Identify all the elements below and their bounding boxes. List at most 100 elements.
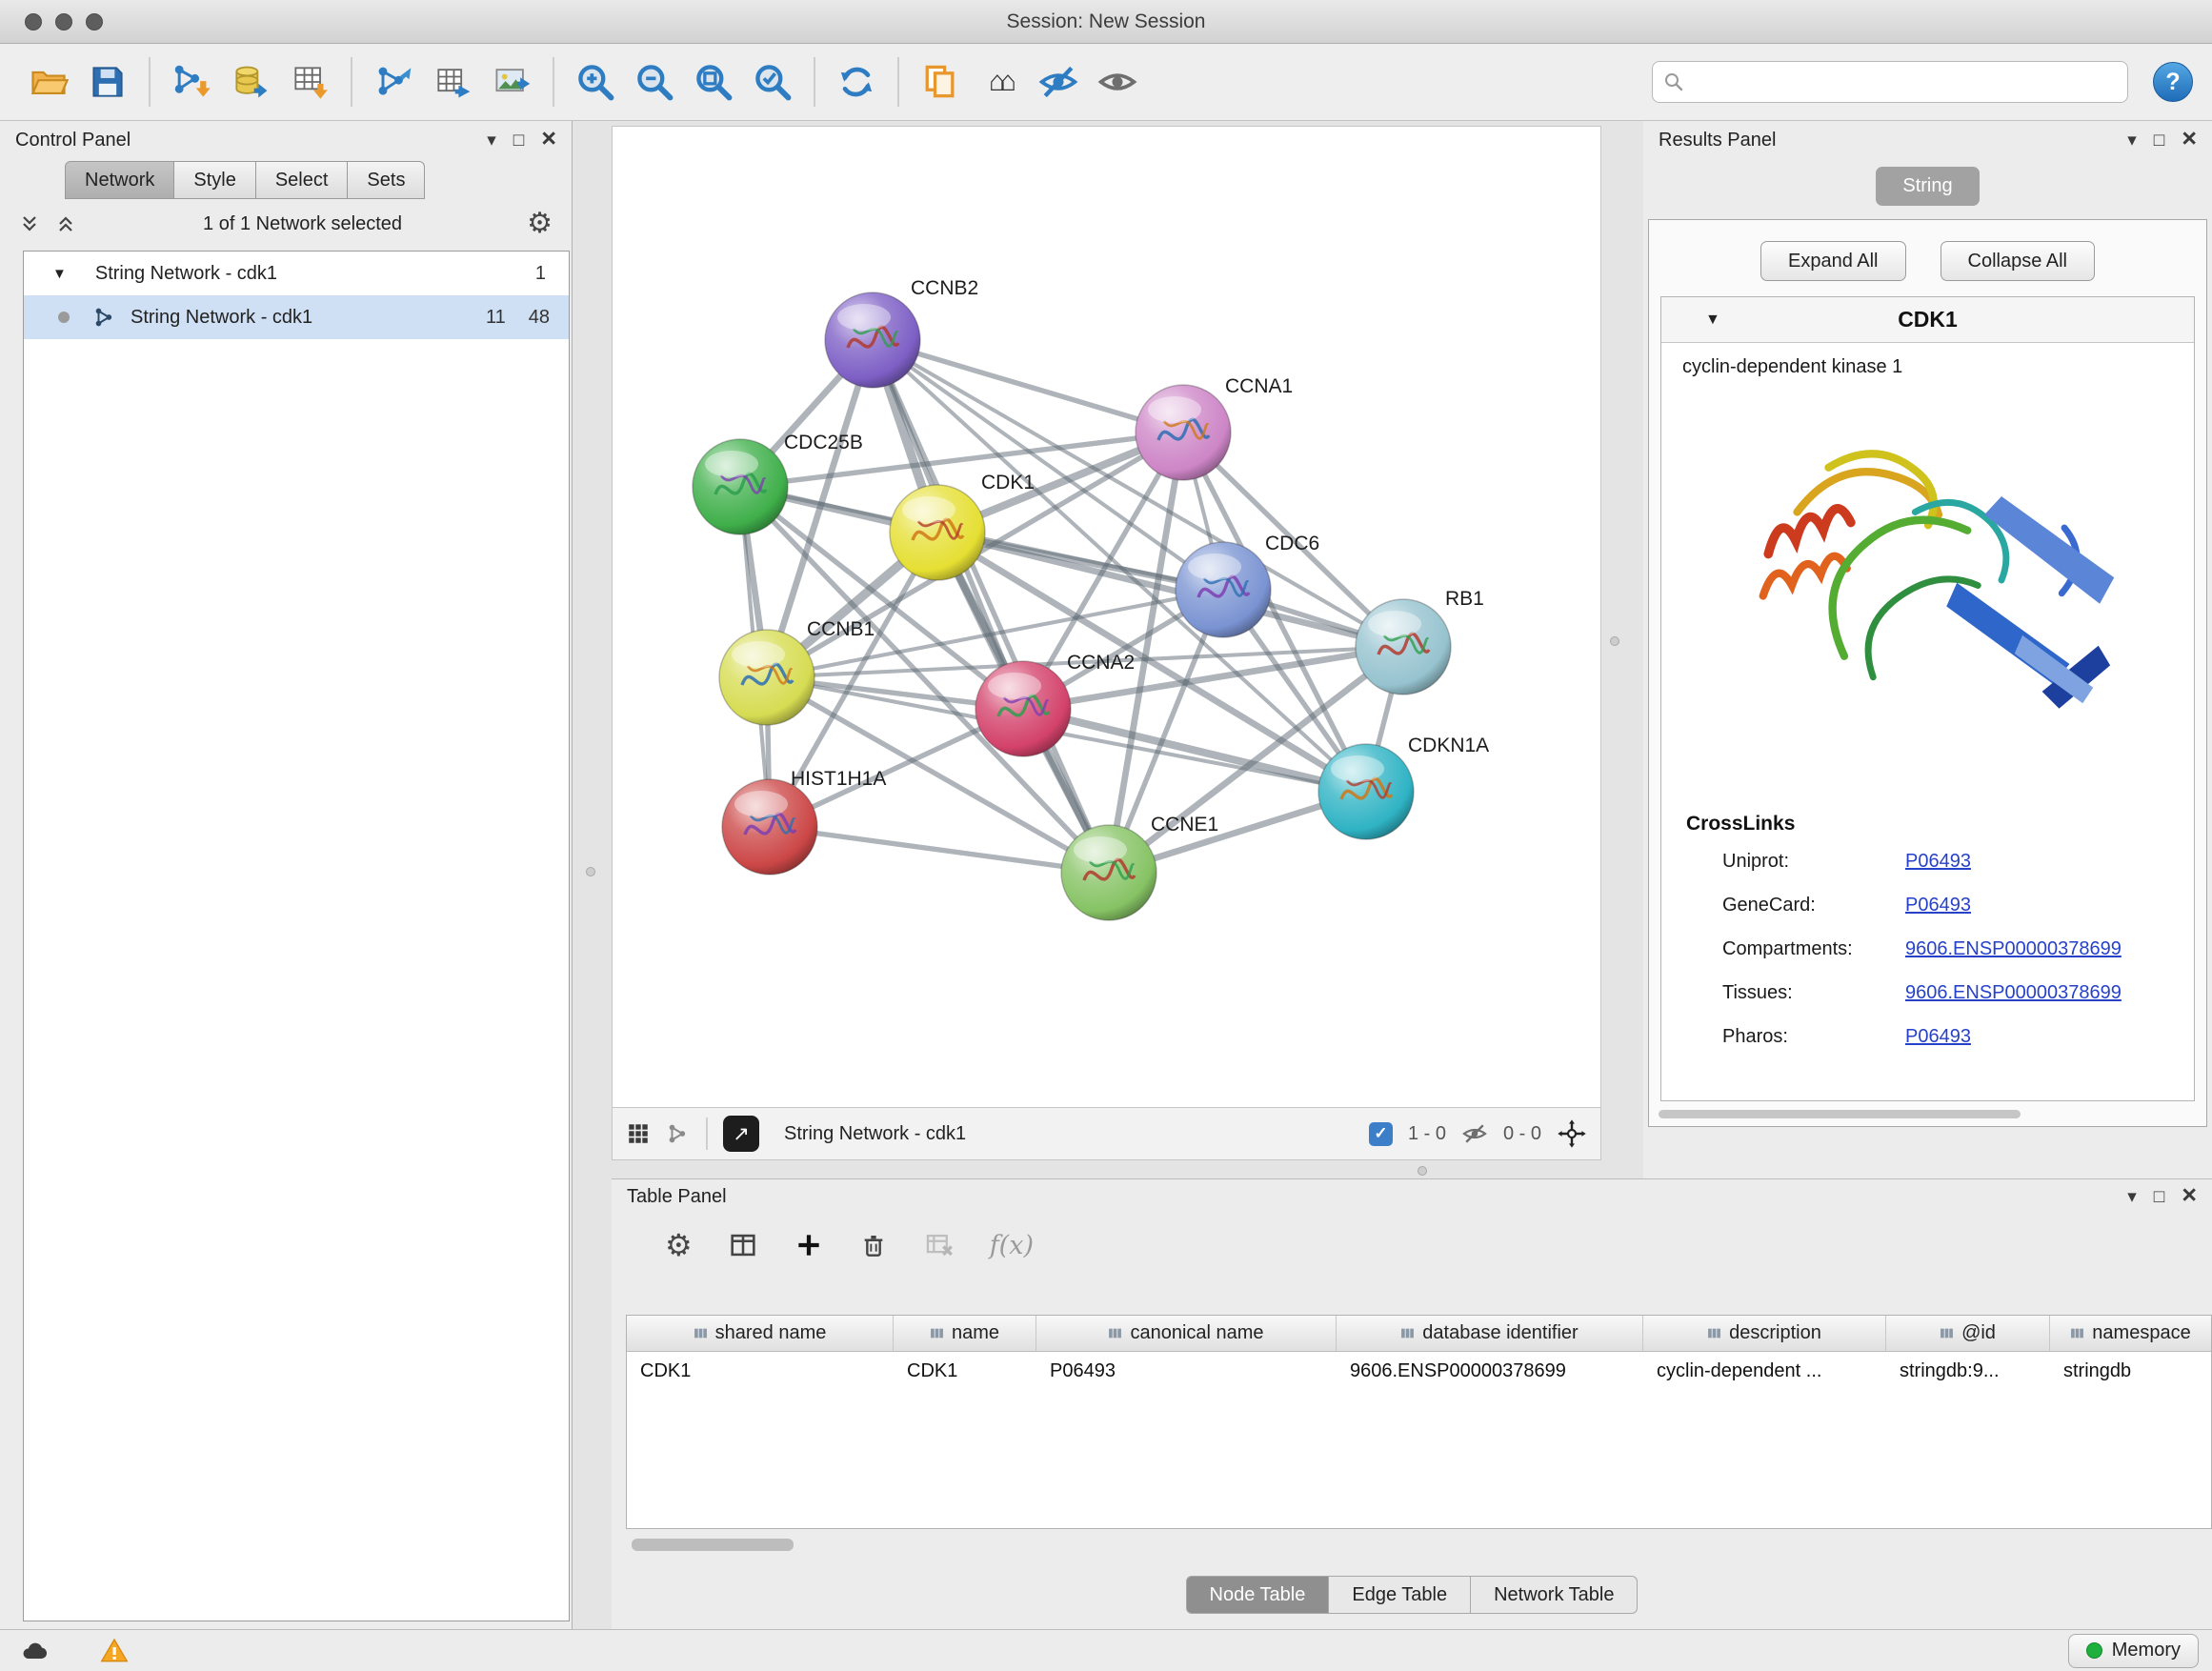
cloud-status-button[interactable]	[13, 1633, 55, 1669]
export-image-button[interactable]	[482, 52, 541, 111]
network-node-CDKN1A[interactable]: CDKN1A	[1318, 735, 1489, 839]
zoom-selected-button[interactable]	[743, 52, 802, 111]
column-header-database-identifier[interactable]: database identifier	[1337, 1316, 1643, 1351]
network-graph[interactable]: CCNB2CCNA1CDC25BCDK1CDC6RB1CCNB1CCNA2CDK…	[613, 127, 1600, 1107]
tab-network[interactable]: Network	[65, 161, 174, 199]
column-header-name[interactable]: name	[894, 1316, 1036, 1351]
maximize-window-button[interactable]	[86, 13, 103, 30]
tab-edge-table[interactable]: Edge Table	[1329, 1576, 1471, 1614]
disclosure-triangle-icon[interactable]: ▼	[1705, 312, 1720, 329]
tab-sets[interactable]: Sets	[348, 161, 425, 199]
table-row[interactable]: CDK1 CDK1 P06493 9606.ENSP00000378699 cy…	[627, 1352, 2211, 1390]
panel-float-icon[interactable]: □	[2154, 1188, 2164, 1206]
cell-description[interactable]: cyclin-dependent ...	[1643, 1352, 1886, 1390]
close-window-button[interactable]	[25, 13, 42, 30]
warnings-button[interactable]	[93, 1633, 135, 1669]
network-tree-child-row[interactable]: String Network - cdk1 11 48	[24, 295, 569, 339]
results-horizontal-scrollbar[interactable]	[1659, 1110, 2021, 1118]
export-table-button[interactable]	[423, 52, 482, 111]
pan-crosshair-icon[interactable]	[1557, 1118, 1587, 1149]
tab-select[interactable]: Select	[256, 161, 349, 199]
panel-menu-icon[interactable]: ▾	[487, 131, 496, 150]
import-table-button[interactable]	[280, 52, 339, 111]
clone-network-button[interactable]	[911, 52, 970, 111]
tab-node-table[interactable]: Node Table	[1186, 1576, 1330, 1614]
tab-style[interactable]: Style	[174, 161, 255, 199]
search-input[interactable]	[1685, 71, 2118, 93]
panel-menu-icon[interactable]: ▾	[2127, 131, 2137, 150]
network-node-CDK1[interactable]: CDK1	[890, 472, 1035, 580]
column-header-id[interactable]: @id	[1886, 1316, 2050, 1351]
zoom-out-button[interactable]	[625, 52, 684, 111]
collapse-all-button[interactable]: Collapse All	[1941, 241, 2096, 281]
zoom-in-button[interactable]	[566, 52, 625, 111]
cell-id[interactable]: stringdb:9...	[1886, 1352, 2050, 1390]
gear-icon[interactable]: ⚙	[527, 210, 553, 238]
network-view-icon[interactable]	[666, 1121, 691, 1146]
show-columns-icon[interactable]	[727, 1229, 759, 1261]
panel-float-icon[interactable]: □	[2154, 131, 2164, 150]
tab-string[interactable]: String	[1876, 167, 1979, 206]
disclosure-triangle-icon[interactable]: ▼	[52, 266, 67, 282]
tissues-link[interactable]: 9606.ENSP00000378699	[1905, 982, 2122, 1004]
genecard-link[interactable]: P06493	[1905, 895, 1971, 916]
minimize-window-button[interactable]	[55, 13, 72, 30]
detach-view-button[interactable]: ↗	[723, 1116, 759, 1152]
panel-close-icon[interactable]: ×	[2182, 1182, 2197, 1208]
network-node-HIST1H1A[interactable]: HIST1H1A	[722, 768, 886, 875]
hide-selected-button[interactable]	[1029, 52, 1088, 111]
network-canvas[interactable]: CCNB2CCNA1CDC25BCDK1CDC6RB1CCNB1CCNA2CDK…	[612, 126, 1601, 1108]
show-all-button[interactable]	[1088, 52, 1147, 111]
open-session-button[interactable]	[19, 52, 78, 111]
import-network-database-button[interactable]	[221, 52, 280, 111]
cell-namespace[interactable]: stringdb	[2050, 1352, 2211, 1390]
splitter-handle[interactable]	[1610, 636, 1619, 646]
tab-network-table[interactable]: Network Table	[1471, 1576, 1638, 1614]
import-network-file-button[interactable]	[162, 52, 221, 111]
add-column-plus-icon[interactable]	[794, 1230, 824, 1260]
protein-section-header[interactable]: ▼ CDK1	[1661, 297, 2194, 343]
network-tree-root-row[interactable]: ▼ String Network - cdk1 1	[24, 252, 569, 295]
function-builder-icon[interactable]: f(x)	[990, 1231, 1034, 1260]
splitter-handle[interactable]	[1418, 1166, 1427, 1176]
help-button[interactable]: ?	[2153, 62, 2193, 102]
memory-button[interactable]: Memory	[2068, 1634, 2199, 1668]
overview-button[interactable]: ⌂⌂	[970, 52, 1029, 111]
splitter-handle[interactable]	[586, 867, 595, 876]
network-node-CCNA2[interactable]: CCNA2	[975, 652, 1135, 756]
collapse-all-icon[interactable]	[19, 212, 42, 235]
column-header-shared-name[interactable]: shared name	[627, 1316, 894, 1351]
table-settings-gear-icon[interactable]: ⚙	[665, 1230, 693, 1260]
cell-database-identifier[interactable]: 9606.ENSP00000378699	[1337, 1352, 1643, 1390]
panel-menu-icon[interactable]: ▾	[2127, 1188, 2137, 1206]
zoom-fit-button[interactable]	[684, 52, 743, 111]
expand-all-button[interactable]: Expand All	[1760, 241, 1906, 281]
cell-shared-name[interactable]: CDK1	[627, 1352, 894, 1390]
cell-name[interactable]: CDK1	[894, 1352, 1036, 1390]
pharos-link[interactable]: P06493	[1905, 1026, 1971, 1048]
uniprot-link[interactable]: P06493	[1905, 851, 1971, 873]
network-edge-CCNB2-CCNE1[interactable]	[873, 340, 1109, 873]
network-node-CCNA1[interactable]: CCNA1	[1136, 375, 1293, 480]
cell-canonical-name[interactable]: P06493	[1036, 1352, 1337, 1390]
expand-all-icon[interactable]	[55, 212, 78, 235]
selected-checkbox-icon[interactable]: ✓	[1369, 1122, 1393, 1146]
panel-close-icon[interactable]: ×	[541, 126, 556, 151]
column-header-description[interactable]: description	[1643, 1316, 1886, 1351]
export-network-button[interactable]	[364, 52, 423, 111]
column-header-canonical-name[interactable]: canonical name	[1036, 1316, 1337, 1351]
panel-close-icon[interactable]: ×	[2182, 126, 2197, 151]
column-header-namespace[interactable]: namespace	[2050, 1316, 2211, 1351]
network-node-RB1[interactable]: RB1	[1356, 588, 1484, 695]
network-node-CCNB2[interactable]: CCNB2	[825, 277, 978, 388]
compartments-link[interactable]: 9606.ENSP00000378699	[1905, 938, 2122, 960]
delete-column-trash-icon[interactable]	[858, 1230, 889, 1260]
delete-table-icon[interactable]	[923, 1229, 955, 1261]
refresh-layout-button[interactable]	[827, 52, 886, 111]
panel-float-icon[interactable]: □	[513, 131, 524, 150]
network-edge-CCNB2-CCNA1[interactable]	[873, 340, 1183, 433]
network-edge-HIST1H1A-CCNE1[interactable]	[770, 827, 1109, 873]
save-session-button[interactable]	[78, 52, 137, 111]
scrollbar-thumb[interactable]	[632, 1539, 794, 1551]
grid-view-icon[interactable]	[626, 1121, 651, 1146]
